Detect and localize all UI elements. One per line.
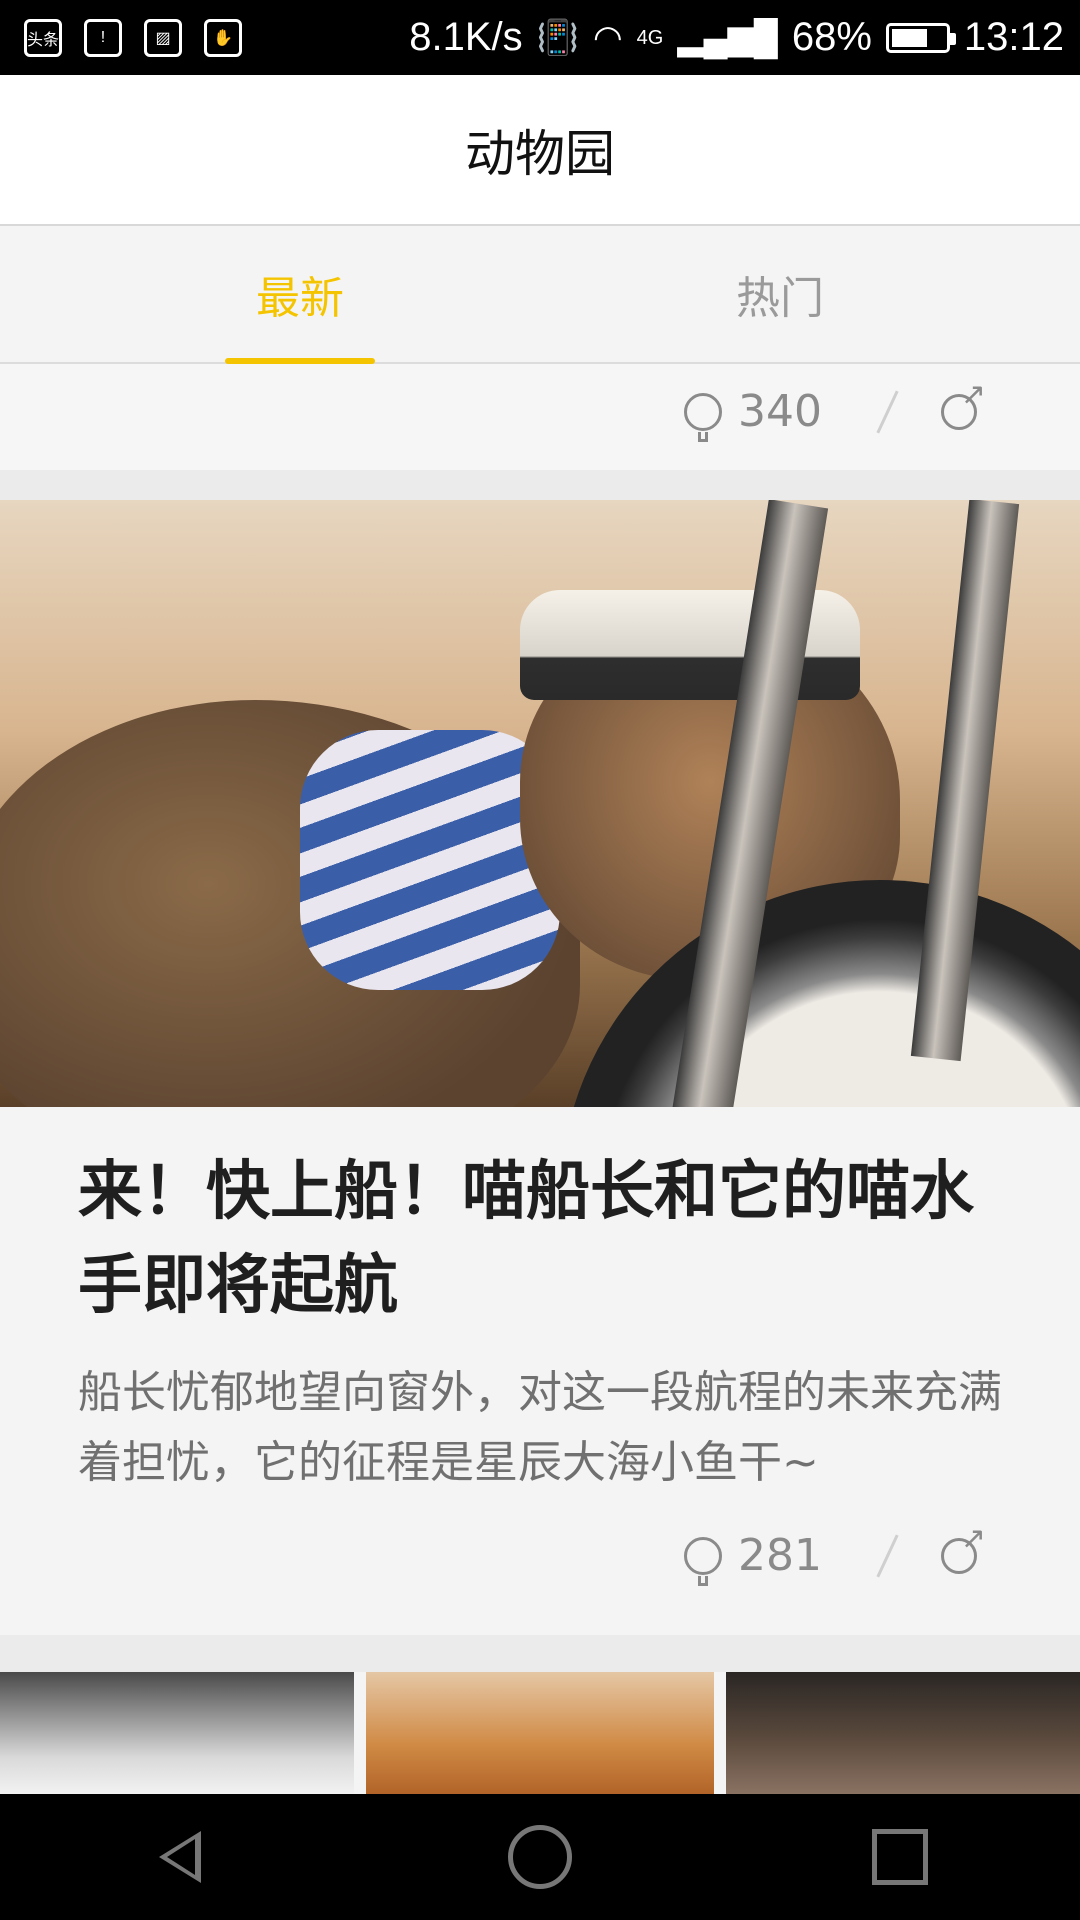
thumbnail-image[interactable]	[0, 1672, 354, 1794]
app-header: 动物园	[0, 75, 1080, 226]
feed-card-next[interactable]	[0, 1672, 1080, 1794]
battery-icon	[885, 22, 956, 53]
home-icon	[508, 1825, 572, 1889]
signal-icon: ▂▄▆█	[677, 18, 778, 57]
net-speed: 8.1K/s	[409, 15, 523, 59]
page-title: 动物园	[465, 124, 615, 183]
battery-alert-icon: !	[84, 18, 122, 57]
status-bar: 头条 ! ▨ ✋ 8.1K/s 📳 ◠ 4G ▂▄▆█ 68% 13:12	[0, 0, 1080, 75]
share-icon[interactable]	[940, 377, 986, 430]
separator	[876, 1534, 899, 1577]
back-button[interactable]	[120, 1797, 240, 1917]
comment-count: 281	[738, 1530, 822, 1581]
feed-card[interactable]: 来！快上船！喵船长和它的喵水手即将起航 船长忧郁地望向窗外，对这一段航程的未来充…	[0, 500, 1080, 1635]
clock: 13:12	[963, 15, 1064, 59]
card-actions: 340	[684, 377, 986, 442]
toutiao-app-icon: 头条	[24, 18, 62, 57]
share-icon[interactable]	[940, 1521, 986, 1574]
card-title[interactable]: 来！快上船！喵船长和它的喵水手即将起航	[78, 1145, 1018, 1333]
separator	[876, 390, 899, 433]
card-image[interactable]	[0, 500, 1080, 1107]
card-description: 船长忧郁地望向窗外，对这一段航程的未来充满着担忧，它的征程是星辰大海小鱼干~	[78, 1367, 1002, 1488]
thumbnail-image[interactable]	[366, 1672, 714, 1794]
network-type: 4G	[636, 27, 664, 49]
back-icon	[159, 1831, 201, 1883]
comment-bulb-icon[interactable]	[684, 392, 722, 442]
tab-latest[interactable]: 最新	[180, 226, 420, 362]
hand-icon: ✋	[204, 18, 242, 57]
card-divider	[0, 1635, 1080, 1672]
tab-hot[interactable]: 热门	[660, 226, 900, 362]
recents-button[interactable]	[840, 1797, 960, 1917]
image-icon: ▨	[144, 18, 182, 57]
battery-percent: 68%	[791, 15, 872, 59]
comment-bulb-icon[interactable]	[684, 1536, 722, 1586]
card-actions: 281	[684, 1521, 986, 1586]
system-nav-bar	[0, 1794, 1080, 1920]
thumbnail-image[interactable]	[726, 1672, 1080, 1794]
home-button[interactable]	[480, 1797, 600, 1917]
vibrate-icon: 📳	[536, 18, 579, 57]
wifi-icon: ◠	[592, 18, 623, 57]
tab-bar: 最新 热门	[0, 226, 1080, 364]
feed-card-previous[interactable]: 340	[0, 364, 1080, 470]
card-divider	[0, 470, 1080, 500]
comment-count: 340	[738, 386, 822, 437]
recents-icon	[872, 1829, 928, 1885]
